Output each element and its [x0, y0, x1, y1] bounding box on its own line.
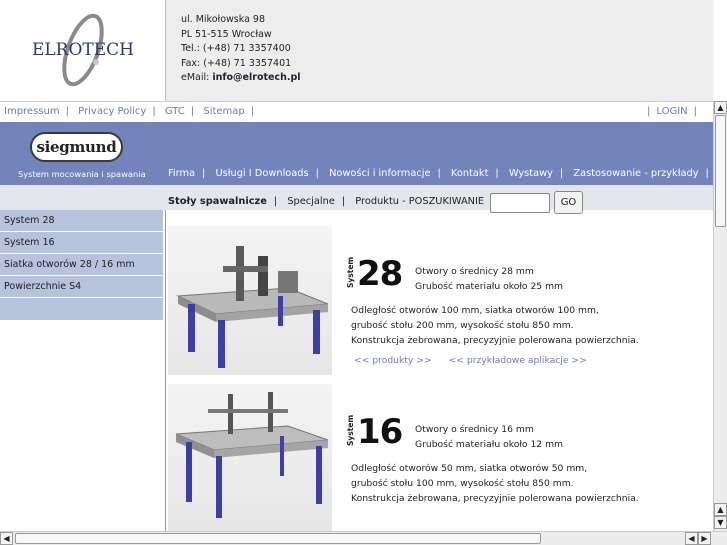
system-number: 16: [357, 412, 403, 452]
scroll-right-icon[interactable]: ▶: [698, 532, 711, 545]
email-link[interactable]: info@elrotech.pl: [212, 72, 300, 83]
scroll-up-small-icon[interactable]: ▲: [714, 503, 727, 516]
logo-text: ELROTECH: [32, 40, 134, 60]
link-aplikacje[interactable]: << przykładowe aplikacje >>: [449, 355, 587, 366]
horizontal-scrollbar[interactable]: ◀ ◀ ▶: [0, 531, 727, 545]
fax: Fax: (+48) 71 3357401: [181, 57, 292, 69]
link-privacy-policy[interactable]: Privacy Policy: [78, 106, 146, 117]
city: PL 51-515 Wrocław: [181, 28, 272, 40]
nav-uslugi[interactable]: Usługi I Downloads: [215, 168, 308, 179]
horizontal-scroll-thumb[interactable]: [15, 533, 541, 544]
phone: Tel.: (+48) 71 3357400: [181, 43, 291, 54]
page-viewport: ELROTECH ul. Mikołowska 98 PL 51-515 Wro…: [0, 0, 713, 531]
sub-nav-bar: Stoły spawalnicze | Specjalne | Produktu -…: [0, 185, 713, 214]
sidebar-item-system-16[interactable]: System 16: [0, 232, 163, 254]
go-button[interactable]: GO: [554, 191, 583, 214]
system-description: Odległość otworów 100 mm, siatka otworów…: [351, 305, 639, 346]
link-impressum[interactable]: Impressum: [4, 106, 60, 117]
header-band: siegmund System mocowania i spawania Fir…: [0, 122, 713, 185]
sidebar: System 28 System 16 Siatka otworów 28 / …: [0, 210, 163, 320]
sub-nav: Stoły spawalnicze | Specjalne | Produktu -…: [168, 196, 494, 207]
sidebar-item-powierzchnie[interactable]: Powierzchnie S4: [0, 276, 163, 298]
nav-kontakt[interactable]: Kontakt: [451, 168, 489, 179]
system-specs: Otwory o średnicy 28 mm Grubość materiał…: [415, 266, 563, 292]
system-specs: Otwory o średnicy 16 mm Grubość materiał…: [415, 424, 563, 450]
brand-tagline: System mocowania i spawania: [18, 169, 146, 179]
subnav-stoly[interactable]: Stoły spawalnicze: [168, 196, 267, 207]
scroll-up-icon[interactable]: ▲: [714, 101, 727, 114]
sidebar-spacer: [0, 298, 163, 320]
sidebar-item-siatka[interactable]: Siatka otworów 28 / 16 mm: [0, 254, 163, 276]
scroll-left-icon[interactable]: ◀: [0, 532, 13, 545]
nav-wystawy[interactable]: Wystawy: [509, 168, 553, 179]
subnav-specjalne[interactable]: Specjalne: [287, 196, 335, 207]
nav-nowosci[interactable]: Nowości i informacje: [329, 168, 430, 179]
product-links: << produkty >> << przykładowe aplikacje …: [354, 355, 601, 366]
vertical-scroll-thumb[interactable]: [715, 115, 726, 227]
login-link[interactable]: LOGIN: [656, 106, 687, 117]
email-row: eMail: info@elrotech.pl: [181, 72, 301, 83]
system-number: 28: [357, 254, 403, 294]
link-gtc[interactable]: GTC: [165, 106, 185, 117]
nav-firma[interactable]: Firma: [168, 168, 195, 179]
subnav-produktu[interactable]: Produktu - POSZUKIWANIE: [355, 196, 484, 207]
link-produkty[interactable]: << produkty >>: [354, 355, 432, 366]
sidebar-item-system-28[interactable]: System 28: [0, 210, 163, 232]
system-description: Odległość otworów 50 mm, siatka otworów …: [351, 463, 639, 504]
scroll-down-icon[interactable]: ▼: [714, 516, 727, 529]
search-input[interactable]: [490, 193, 550, 213]
product-image-system-16[interactable]: [168, 384, 332, 531]
elrotech-logo[interactable]: ELROTECH: [0, 0, 166, 101]
system-label: System: [346, 256, 355, 288]
product-image-system-28[interactable]: [168, 226, 332, 375]
street: ul. Mikołowska 98: [181, 14, 266, 25]
scroll-left-small-icon[interactable]: ◀: [685, 532, 698, 545]
nav-zastosowanie[interactable]: Zastosowanie - przykłady: [573, 168, 698, 179]
siegmund-logo[interactable]: siegmund: [30, 132, 123, 162]
contact-address: ul. Mikołowska 98 PL 51-515 Wrocław Tel.…: [166, 0, 713, 101]
link-sitemap[interactable]: Sitemap: [203, 106, 244, 117]
system-label: System: [346, 414, 355, 446]
main-nav: Firma | Usługi I Downloads | Nowości i inf…: [168, 168, 709, 179]
top-links-bar: Impressum | Privacy Policy | GTC | Sitemap |…: [0, 101, 713, 122]
vertical-scrollbar[interactable]: ▲ ▲ ▼: [713, 101, 727, 531]
column-divider: [165, 210, 166, 531]
